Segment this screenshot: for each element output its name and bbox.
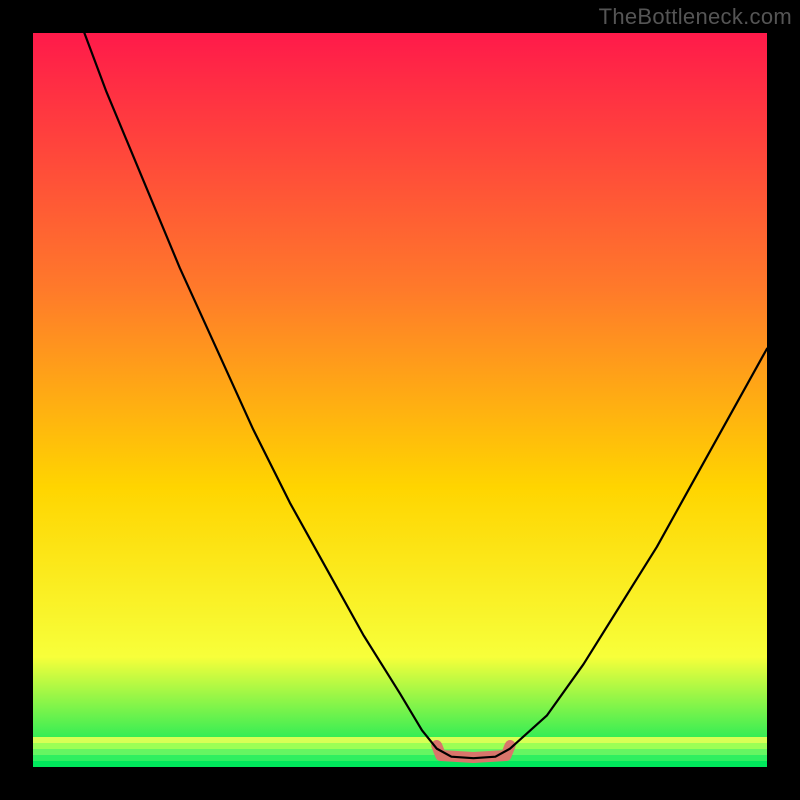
watermark-label: TheBottleneck.com bbox=[599, 4, 792, 30]
chart-frame: TheBottleneck.com bbox=[0, 0, 800, 800]
gradient-band bbox=[33, 743, 767, 749]
gradient-background bbox=[33, 33, 767, 767]
plot-area bbox=[33, 33, 767, 767]
gradient-band bbox=[33, 755, 767, 761]
gradient-band bbox=[33, 761, 767, 767]
bottom-bands bbox=[33, 737, 767, 767]
gradient-band bbox=[33, 737, 767, 743]
gradient-band bbox=[33, 749, 767, 755]
plot-svg bbox=[33, 33, 767, 767]
